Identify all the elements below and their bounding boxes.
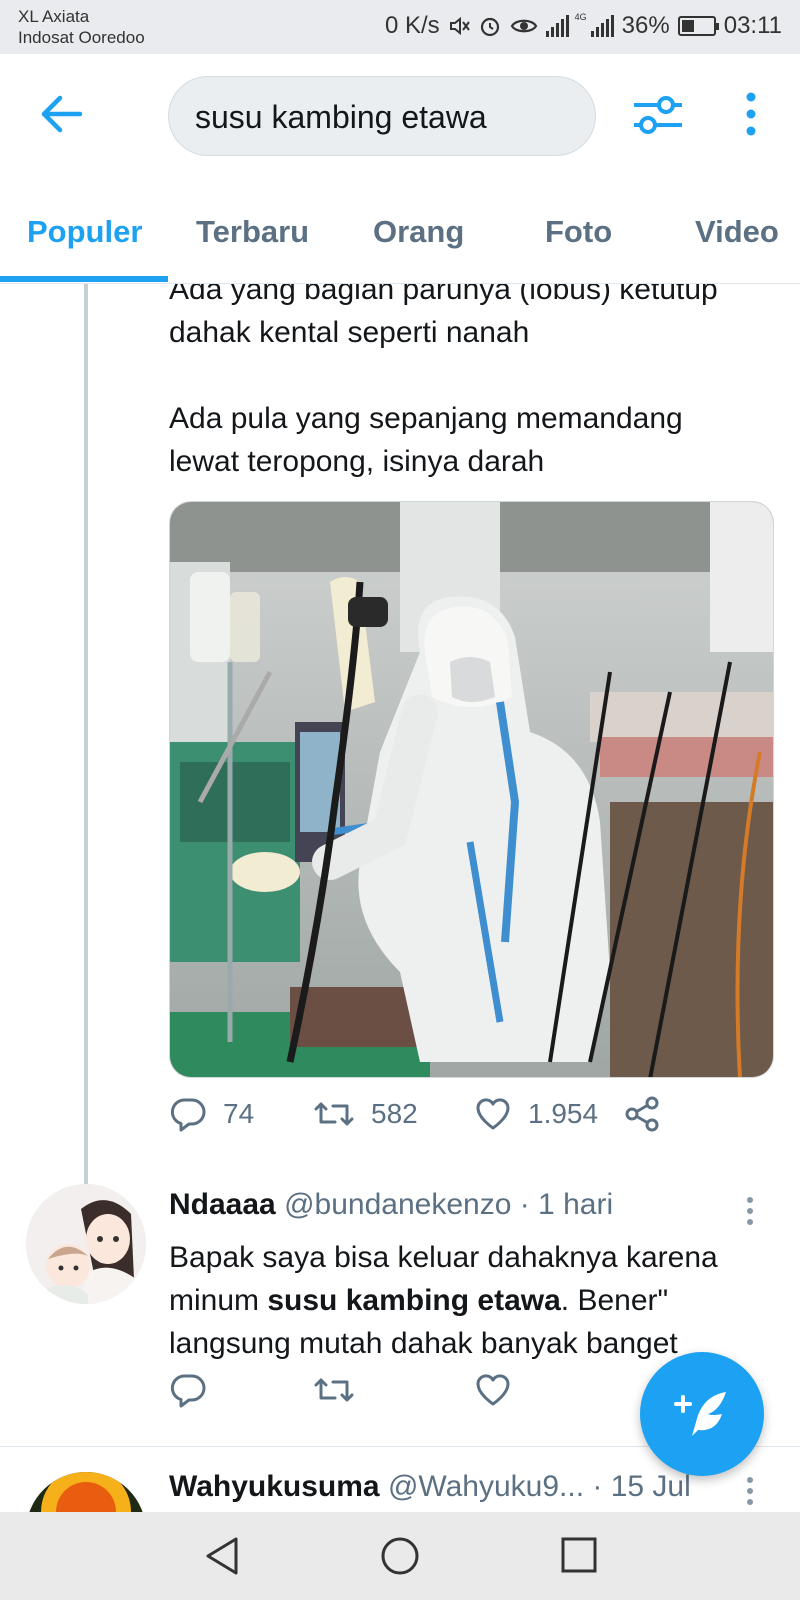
signal-icon: [545, 15, 569, 37]
like-count: 1.954: [528, 1098, 599, 1129]
author-handle[interactable]: @Wahyuku9...: [388, 1470, 584, 1503]
status-bar: XL Axiata Indosat Ooredoo 0 K/s 4G 36% 0…: [0, 0, 800, 54]
alarm-icon: [480, 17, 499, 37]
retweet-action[interactable]: [313, 1372, 474, 1408]
reply-count: 74: [223, 1098, 255, 1129]
tweet-text-line: dahak kental seperti nanah: [169, 316, 530, 349]
carrier-1: XL Axiata: [18, 7, 90, 26]
active-tab-indicator: [0, 276, 168, 282]
search-highlight: susu kambing etawa: [267, 1284, 561, 1317]
like-action[interactable]: 1.954: [474, 1096, 624, 1132]
avatar-image: [26, 1472, 146, 1512]
author-name[interactable]: Wahyukusuma: [169, 1470, 380, 1503]
tab-populer[interactable]: Populer: [27, 214, 142, 250]
tweet-photo[interactable]: [169, 501, 774, 1078]
next-author-line: Wahyukusuma @Wahyuku9... · 15 Jul: [169, 1470, 691, 1504]
author-name[interactable]: Ndaaaa: [169, 1188, 276, 1221]
heart-icon: [476, 1374, 510, 1406]
tweet-text-line: Ada pula yang sepanjang memandang: [169, 402, 683, 435]
compose-feather-icon: [674, 1392, 726, 1436]
tweet-menu-icon[interactable]: [746, 1476, 754, 1506]
tab-orang[interactable]: Orang: [373, 214, 464, 250]
reply-text: Bapak saya bisa keluar dahaknya karena m…: [169, 1236, 769, 1365]
thread-connector-line: [84, 284, 88, 1184]
nav-back-icon[interactable]: [204, 1536, 240, 1576]
back-button[interactable]: [36, 92, 86, 136]
reply-icon: [170, 1374, 206, 1408]
mute-icon: [449, 16, 470, 36]
heart-icon: [476, 1098, 510, 1130]
more-vertical-icon: [746, 92, 756, 136]
search-tabs: Populer Terbaru Orang Foto Video: [0, 174, 800, 284]
battery-percent: 36%: [621, 12, 670, 39]
reply-icon: [170, 1098, 206, 1132]
author-handle[interactable]: @bundanekenzo: [284, 1188, 511, 1221]
tweet-time: · 1 hari: [519, 1188, 614, 1221]
nav-home-icon[interactable]: [380, 1536, 420, 1576]
avatar-illustration: [26, 1184, 146, 1304]
nav-recents-icon[interactable]: [560, 1536, 598, 1574]
avatar[interactable]: [26, 1184, 146, 1304]
reply-actions: [169, 1372, 512, 1408]
compose-tweet-button[interactable]: [640, 1352, 764, 1476]
retweet-icon: [314, 1102, 354, 1126]
carrier-info: XL Axiata Indosat Ooredoo: [18, 6, 145, 48]
retweet-count: 582: [371, 1098, 418, 1129]
carrier-2: Indosat Ooredoo: [18, 28, 145, 47]
battery-fill: [681, 20, 694, 32]
tweet-menu-icon[interactable]: [746, 1196, 754, 1226]
search-query: susu kambing etawa: [195, 99, 487, 135]
tab-foto[interactable]: Foto: [545, 214, 612, 250]
tweet-text-line: lewat teropong, isinya darah: [169, 445, 545, 478]
tweet-actions: 74 582 1.954: [169, 1096, 660, 1132]
reply-action[interactable]: [169, 1372, 313, 1408]
photo-medical-worker-bronchoscopy: [170, 502, 773, 1077]
4g-signal-icon: 4G: [575, 13, 614, 37]
battery-icon: [677, 16, 719, 36]
search-header: susu kambing etawa: [0, 54, 800, 174]
share-action[interactable]: [624, 1096, 660, 1132]
retweet-icon: [314, 1378, 354, 1402]
filter-button[interactable]: [630, 90, 686, 140]
reply-author-line: Ndaaaa @bundanekenzo · 1 hari: [169, 1188, 613, 1222]
clock: 03:11: [723, 12, 782, 39]
more-options-button[interactable]: [736, 90, 766, 140]
retweet-action[interactable]: 582: [313, 1096, 474, 1132]
system-nav-bar: [0, 1512, 800, 1600]
back-arrow-icon: [41, 95, 83, 133]
eye-icon: [510, 19, 537, 33]
tweet-text-line: Ada yang bagian parunya (lobus) ketutup: [169, 284, 718, 306]
filter-sliders-icon: [634, 96, 682, 134]
net-speed: 0 K/s: [384, 12, 440, 39]
status-icons: 0 K/s 4G 36% 03:11: [385, 12, 782, 40]
share-icon: [625, 1096, 659, 1132]
tab-terbaru[interactable]: Terbaru: [196, 214, 309, 250]
search-input[interactable]: susu kambing etawa: [168, 76, 596, 156]
tab-video[interactable]: Video: [695, 214, 779, 250]
avatar[interactable]: [26, 1472, 146, 1512]
timeline[interactable]: Ada yang bagian parunya (lobus) ketutup …: [0, 284, 800, 1512]
like-action[interactable]: [474, 1372, 512, 1408]
reply-action[interactable]: 74: [169, 1096, 313, 1132]
